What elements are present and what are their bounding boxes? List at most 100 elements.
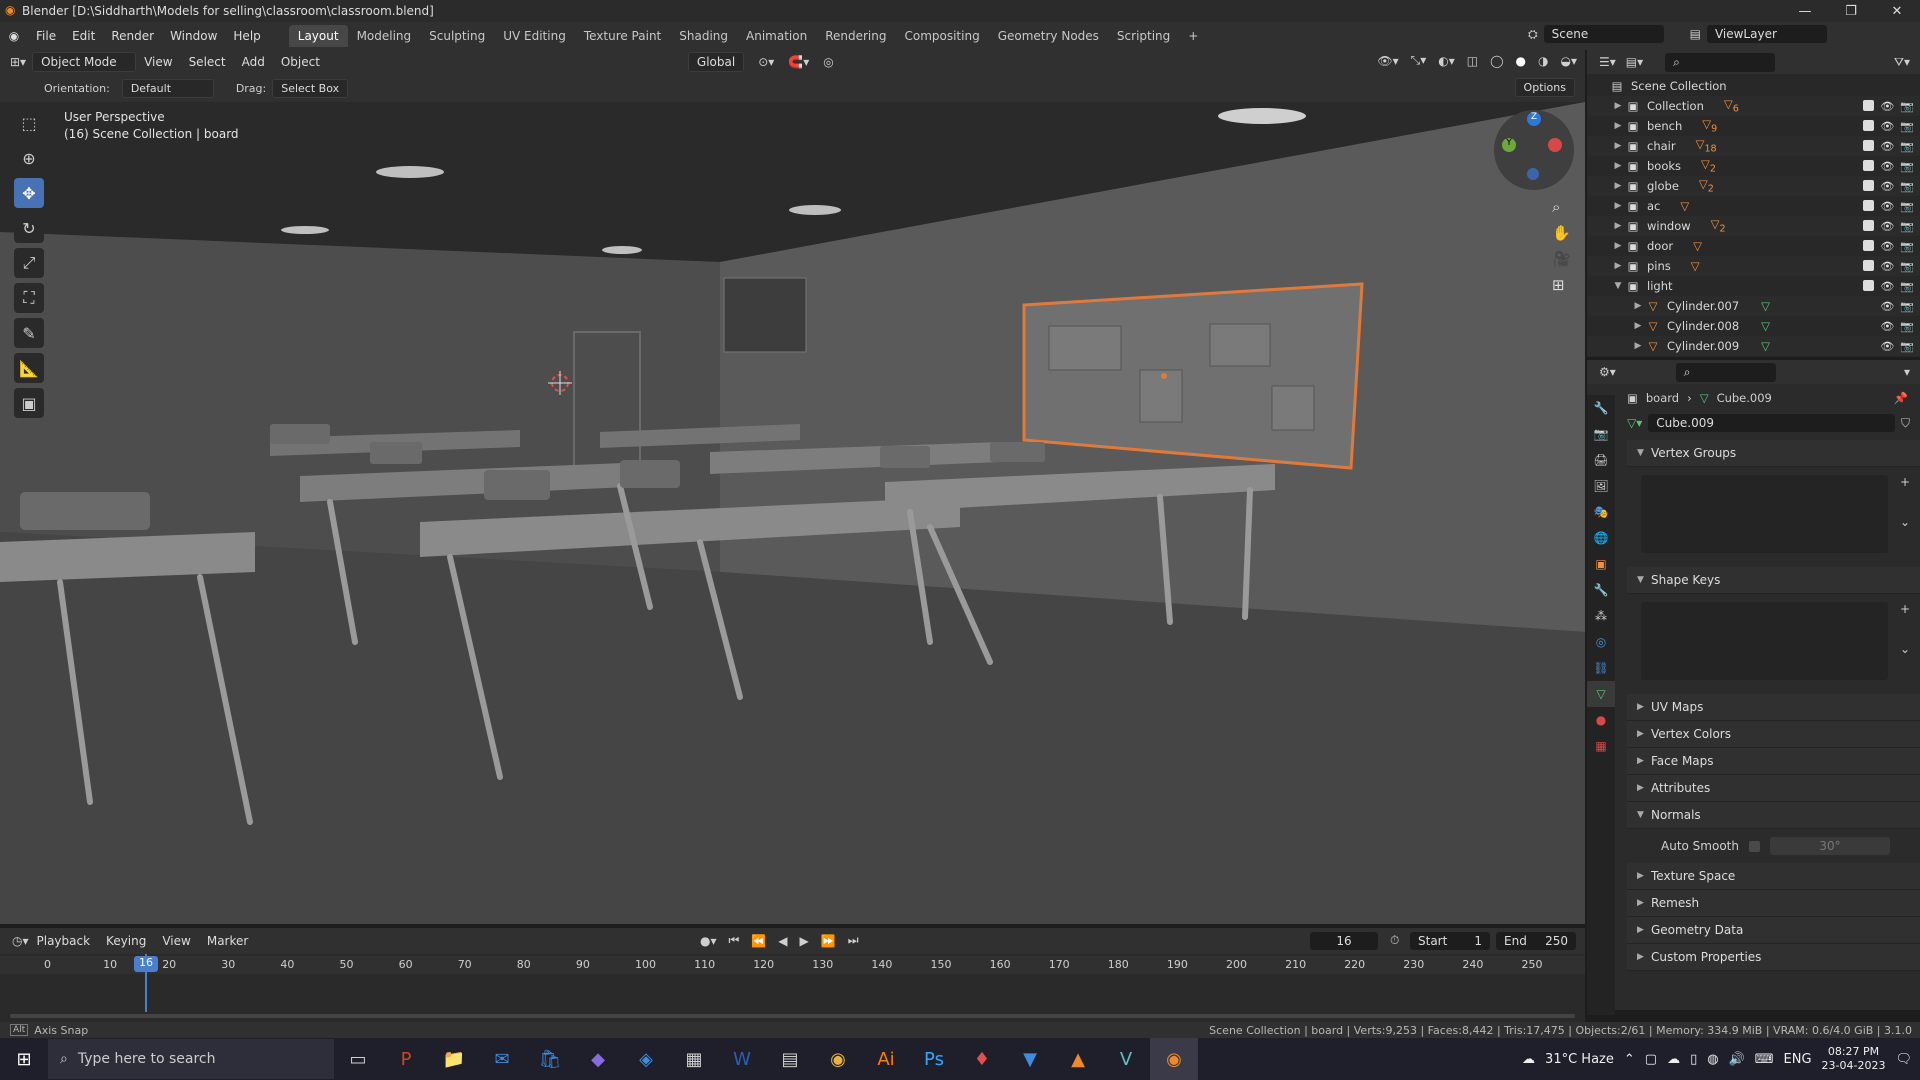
eye-icon[interactable]: 👁 <box>1880 100 1894 113</box>
network-icon[interactable]: ◍ <box>1707 1052 1718 1067</box>
scale-icon[interactable]: ⤢ <box>14 248 44 278</box>
camera-icon[interactable]: 📷 <box>1900 240 1914 253</box>
rendered-shading-icon[interactable]: ◒▾ <box>1561 54 1578 68</box>
weather-text[interactable]: 31°C Haze <box>1545 1052 1614 1067</box>
outliner-item-collection[interactable]: ▶ ▣ Collection ▽6 👁 📷 <box>1587 96 1920 116</box>
jump-start-icon[interactable]: ⏮ <box>729 933 740 948</box>
modifier-tab-icon[interactable]: 🔧 <box>1587 577 1615 603</box>
filter-icon[interactable]: ⛛▾ <box>1894 55 1910 70</box>
photoshop-icon[interactable]: Ps <box>910 1038 958 1080</box>
mesh-data-name-field[interactable]: Cube.009 <box>1648 414 1895 432</box>
eye-icon[interactable]: 👁 <box>1880 240 1894 253</box>
options-dropdown[interactable]: Options <box>1514 78 1575 97</box>
menu-file[interactable]: File <box>28 29 64 43</box>
keyboard-icon[interactable]: ⌨ <box>1755 1052 1774 1067</box>
play-reverse-icon[interactable]: ◀ <box>778 934 787 948</box>
snap-icon[interactable]: 🧲▾ <box>788 55 809 69</box>
section-geometry-data[interactable]: ▶ Geometry Data <box>1627 917 1920 944</box>
playhead-frame-label[interactable]: 16 <box>134 956 158 972</box>
cursor-icon[interactable]: ⊕ <box>14 143 44 173</box>
outliner-item-books[interactable]: ▶ ▣ books ▽2 👁 📷 <box>1587 156 1920 176</box>
outliner-child-cylinder-007[interactable]: ▶ ▽ Cylinder.007 ▽ 👁 📷 <box>1587 296 1920 316</box>
solid-shading-icon[interactable]: ● <box>1516 54 1526 68</box>
material-shading-icon[interactable]: ◑ <box>1538 54 1548 68</box>
add-cube-icon[interactable]: ▣ <box>14 388 44 418</box>
exclude-checkbox[interactable] <box>1863 99 1875 111</box>
expand-arrow-icon[interactable]: ▶ <box>1611 241 1625 251</box>
expand-arrow-icon[interactable]: ▶ <box>1611 261 1625 271</box>
wireframe-shading-icon[interactable]: ◯ <box>1490 54 1503 68</box>
vlc-icon[interactable]: ▲ <box>1054 1038 1102 1080</box>
volume-icon[interactable]: 🔊 <box>1729 1052 1745 1067</box>
editor-type-icon[interactable]: ⊞▾ <box>10 55 26 69</box>
view-layer-tab-icon[interactable]: 🖼 <box>1587 473 1615 499</box>
jump-prev-keyframe-icon[interactable]: ⏪ <box>751 934 766 948</box>
timeline-scrollbar[interactable] <box>10 1014 1575 1018</box>
outliner-item-door[interactable]: ▶ ▣ door ▽ 👁 📷 <box>1587 236 1920 256</box>
stopwatch-icon[interactable]: ⏱ <box>1390 933 1399 948</box>
eye-icon[interactable]: 👁 <box>1880 300 1894 313</box>
expand-arrow-icon[interactable]: ▶ <box>1611 121 1625 131</box>
vertex-groups-list[interactable] <box>1641 475 1888 553</box>
tab-sculpting[interactable]: Sculpting <box>420 25 494 47</box>
move-icon[interactable]: ✥ <box>14 178 44 208</box>
eye-icon[interactable]: 👁 <box>1880 140 1894 153</box>
outliner-item-bench[interactable]: ▶ ▣ bench ▽9 👁 📷 <box>1587 116 1920 136</box>
camera-icon[interactable]: 📷 <box>1900 300 1914 313</box>
expand-arrow-icon[interactable]: ▶ <box>1611 161 1625 171</box>
jump-next-keyframe-icon[interactable]: ⏩ <box>821 934 836 948</box>
camera-icon[interactable]: 📷 <box>1900 120 1914 133</box>
camera-icon[interactable]: 📷 <box>1900 220 1914 233</box>
expand-arrow-icon[interactable]: ▶ <box>1611 101 1625 111</box>
select-box-icon[interactable]: ⬚ <box>14 108 44 138</box>
menu-help[interactable]: Help <box>225 29 268 43</box>
shape-keys-list[interactable] <box>1641 602 1888 680</box>
gizmo-x-icon[interactable] <box>1548 138 1562 152</box>
mesh-datablock-icon[interactable]: ▽▾ <box>1627 416 1642 430</box>
expand-arrow-icon[interactable]: ▶ <box>1631 301 1645 311</box>
add-shape-key-button[interactable]: + <box>1900 602 1910 616</box>
drag-dropdown[interactable]: Select Box <box>272 78 349 98</box>
exclude-checkbox[interactable] <box>1863 139 1875 151</box>
menu-object[interactable]: Object <box>273 55 328 69</box>
section-uv-maps[interactable]: ▶ UV Maps <box>1627 694 1920 721</box>
word-icon[interactable]: W <box>718 1038 766 1080</box>
frame-ruler[interactable]: 0 10 20 30 40 50 60 70 80 90 100 110 120 130 140 150 160… <box>0 956 1585 974</box>
tab-compositing[interactable]: Compositing <box>895 25 988 47</box>
section-shape-keys[interactable]: ▼ Shape Keys <box>1627 567 1920 594</box>
close-button[interactable]: ✕ <box>1874 0 1920 22</box>
expand-arrow-icon[interactable]: ▶ <box>1611 181 1625 191</box>
section-attributes[interactable]: ▶ Attributes <box>1627 775 1920 802</box>
outliner-item-ac[interactable]: ▶ ▣ ac ▽ 👁 📷 <box>1587 196 1920 216</box>
particles-tab-icon[interactable]: ⁂ <box>1587 603 1615 629</box>
exclude-checkbox[interactable] <box>1863 159 1875 171</box>
menu-timeline-view[interactable]: View <box>154 934 198 948</box>
eye-icon[interactable]: 👁 <box>1880 340 1894 353</box>
tab-geometry-nodes[interactable]: Geometry Nodes <box>989 25 1108 47</box>
outliner-item-window[interactable]: ▶ ▣ window ▽2 👁 📷 <box>1587 216 1920 236</box>
tab-uv-editing[interactable]: UV Editing <box>494 25 575 47</box>
transform-icon[interactable]: ⛶ <box>14 283 44 313</box>
section-normals[interactable]: ▼ Normals <box>1627 802 1920 829</box>
properties-editor-icon[interactable]: ⚙▾ <box>1599 365 1616 379</box>
scene-icon[interactable]: ⛭ <box>1528 27 1538 42</box>
expand-arrow-icon[interactable]: ▶ <box>1631 321 1645 331</box>
chrome-icon[interactable]: ◉ <box>814 1038 862 1080</box>
camera-icon[interactable]: 📷 <box>1900 160 1914 173</box>
proportional-edit-icon[interactable]: ◎ <box>823 55 833 69</box>
exclude-checkbox[interactable] <box>1863 239 1875 251</box>
outliner-item-chair[interactable]: ▶ ▣ chair ▽18 👁 📷 <box>1587 136 1920 156</box>
section-vertex-colors[interactable]: ▶ Vertex Colors <box>1627 721 1920 748</box>
gizmo-z-icon[interactable]: Z <box>1527 112 1541 126</box>
tab-modeling[interactable]: Modeling <box>348 25 421 47</box>
outliner-search-input[interactable]: ⌕ <box>1665 52 1776 72</box>
auto-smooth-checkbox[interactable] <box>1748 840 1760 852</box>
eye-icon[interactable]: 👁 <box>1880 160 1894 173</box>
current-frame-field[interactable]: 16 <box>1310 932 1378 950</box>
orientation-dropdown[interactable]: Default <box>121 78 214 98</box>
gizmo-icon[interactable]: ⤡▾ <box>1411 53 1427 68</box>
eye-icon[interactable]: 👁 <box>1880 280 1894 293</box>
tray-chevron-icon[interactable]: ⌃ <box>1624 1052 1635 1067</box>
camera-icon[interactable]: 📷 <box>1900 340 1914 353</box>
windows-start-icon[interactable]: ⊞ <box>0 1038 48 1080</box>
